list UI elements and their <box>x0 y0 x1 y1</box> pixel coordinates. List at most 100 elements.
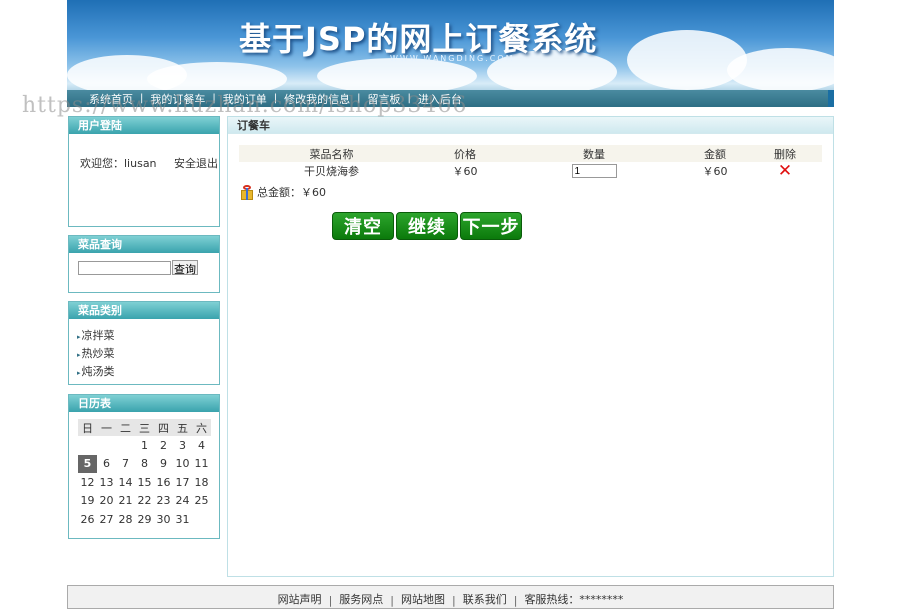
total-row: 总金额：￥60 <box>239 184 326 200</box>
nav-my-orders[interactable]: 我的订单 <box>223 91 267 107</box>
dish-category-panel: 菜品类别 ▸凉拌菜 ▸热炒菜 ▸炖汤类 <box>68 301 220 385</box>
arrow-right-icon: ▸ <box>77 333 81 341</box>
nav-separator: | <box>212 93 216 104</box>
cart-title: 订餐车 <box>228 117 833 134</box>
calendar-day[interactable]: 21 <box>116 492 135 511</box>
footer-separator: | <box>390 594 394 607</box>
calendar-table: 日 一 二 三 四 五 六 1 2 3 4 5 6 7 8 9 10 11 12 13 14 15 16 17 1… <box>78 419 211 529</box>
category-item[interactable]: ▸热炒菜 <box>77 345 115 363</box>
logout-link[interactable]: 安全退出 <box>174 157 218 170</box>
qty-cell <box>506 162 682 180</box>
dish-search-input[interactable] <box>78 260 171 275</box>
calendar-day[interactable]: 4 <box>192 436 211 455</box>
user-panel: 用户登陆 欢迎您：liusan 安全退出 <box>68 116 220 227</box>
calendar-day[interactable]: 17 <box>173 473 192 492</box>
weekday-label: 二 <box>116 419 135 436</box>
calendar-day[interactable]: 28 <box>116 510 135 529</box>
calendar-day[interactable]: 25 <box>192 492 211 511</box>
footer-contact-link[interactable]: 联系我们 <box>463 591 507 607</box>
quantity-input[interactable] <box>571 164 617 179</box>
col-amount: 金额 <box>682 145 748 162</box>
calendar-weekday-row: 日 一 二 三 四 五 六 <box>78 419 211 436</box>
nav-admin[interactable]: 进入后台 <box>418 91 462 107</box>
calendar-week-row: 26 27 28 29 30 31 <box>78 510 211 529</box>
calendar-day[interactable]: 26 <box>78 510 97 529</box>
cart-panel: 订餐车 菜品名称 价格 数量 金额 删除 干贝烧海参 ￥60 ￥60 ✕ <box>227 116 834 577</box>
calendar-day[interactable]: 24 <box>173 492 192 511</box>
nav-separator: | <box>357 93 361 104</box>
calendar-day[interactable]: 18 <box>192 473 211 492</box>
weekday-label: 五 <box>173 419 192 436</box>
calendar-day[interactable]: 1 <box>135 436 154 455</box>
calendar-day[interactable]: 20 <box>97 492 116 511</box>
category-item[interactable]: ▸炖汤类 <box>77 363 115 381</box>
calendar-week-row: 1234 <box>78 436 211 455</box>
calendar-day[interactable]: 29 <box>135 510 154 529</box>
calendar-day[interactable]: 14 <box>116 473 135 492</box>
weekday-label: 四 <box>154 419 173 436</box>
nav-my-cart[interactable]: 我的订餐车 <box>150 91 205 107</box>
calendar-day[interactable]: 11 <box>192 455 211 474</box>
calendar-day[interactable]: 9 <box>154 455 173 474</box>
table-row: 干贝烧海参 ￥60 ￥60 ✕ <box>239 162 822 180</box>
category-link[interactable]: 凉拌菜 <box>82 329 115 342</box>
calendar-day[interactable]: 19 <box>78 492 97 511</box>
calendar-day[interactable]: 23 <box>154 492 173 511</box>
calendar-day[interactable]: 15 <box>135 473 154 492</box>
calendar-day[interactable]: 13 <box>97 473 116 492</box>
footer-sitemap-link[interactable]: 网站地图 <box>401 591 445 607</box>
next-step-button[interactable]: 下一步 <box>460 212 522 240</box>
nav-message-board[interactable]: 留言板 <box>368 91 401 107</box>
calendar-week-row: 19 20 21 22 23 24 25 <box>78 492 211 511</box>
dish-name: 干贝烧海参 <box>304 165 359 178</box>
calendar-day[interactable]: 8 <box>135 455 154 474</box>
calendar-day[interactable]: 22 <box>135 492 154 511</box>
arrow-right-icon: ▸ <box>77 369 81 377</box>
clear-button[interactable]: 清空 <box>332 212 394 240</box>
user-panel-title: 用户登陆 <box>69 117 219 134</box>
continue-button[interactable]: 继续 <box>396 212 458 240</box>
calendar-day[interactable]: 7 <box>116 455 135 474</box>
calendar-day[interactable]: 30 <box>154 510 173 529</box>
calendar-day[interactable]: 16 <box>154 473 173 492</box>
col-quantity: 数量 <box>506 145 682 162</box>
calendar-week-row: 12 13 14 15 16 17 18 <box>78 473 211 492</box>
calendar-day[interactable]: 3 <box>173 436 192 455</box>
calendar-day[interactable]: 5 <box>78 454 97 473</box>
category-list: ▸凉拌菜 ▸热炒菜 ▸炖汤类 <box>77 327 115 381</box>
calendar-day[interactable]: 6 <box>97 455 116 474</box>
footer-service-link[interactable]: 服务网点 <box>339 591 383 607</box>
category-link[interactable]: 热炒菜 <box>82 347 115 360</box>
nav-edit-profile[interactable]: 修改我的信息 <box>284 91 350 107</box>
search-row: 查询 <box>78 260 198 276</box>
weekday-label: 六 <box>192 419 211 436</box>
calendar-empty-day <box>116 436 135 455</box>
footer-hotline: 客服热线：******** <box>524 593 624 606</box>
weekday-label: 日 <box>78 419 97 436</box>
cart-actions: 清空 继续 下一步 <box>332 212 524 240</box>
calendar-day[interactable]: 10 <box>173 455 192 474</box>
dish-search-button[interactable]: 查询 <box>172 260 198 276</box>
calendar-empty-day <box>192 510 211 529</box>
calendar-day[interactable]: 12 <box>78 473 97 492</box>
category-link[interactable]: 炖汤类 <box>82 365 115 378</box>
total-amount: 总金额：￥60 <box>257 186 326 199</box>
nav-home[interactable]: 系统首页 <box>89 91 133 107</box>
calendar-day[interactable]: 31 <box>173 510 192 529</box>
footer-separator: | <box>452 594 456 607</box>
calendar-empty-day <box>97 436 116 455</box>
arrow-right-icon: ▸ <box>77 351 81 359</box>
calendar-title: 日历表 <box>69 395 219 412</box>
col-price: 价格 <box>424 145 506 162</box>
footer-statement-link[interactable]: 网站声明 <box>278 591 322 607</box>
calendar-day[interactable]: 27 <box>97 510 116 529</box>
calendar-days: 1 2 3 4 5 6 7 8 9 10 11 12 13 14 15 16 17 18 19 20 21 22 23 24 2… <box>78 436 211 529</box>
col-delete: 删除 <box>748 145 822 162</box>
delete-x-icon[interactable]: ✕ <box>778 161 792 181</box>
calendar-day[interactable]: 2 <box>154 436 173 455</box>
footer-separator: | <box>513 594 518 607</box>
category-item[interactable]: ▸凉拌菜 <box>77 327 115 345</box>
banner-subtitle: WWW.WANGDING.COM <box>390 54 515 63</box>
dish-price: ￥60 <box>452 165 478 178</box>
weekday-label: 一 <box>97 419 116 436</box>
